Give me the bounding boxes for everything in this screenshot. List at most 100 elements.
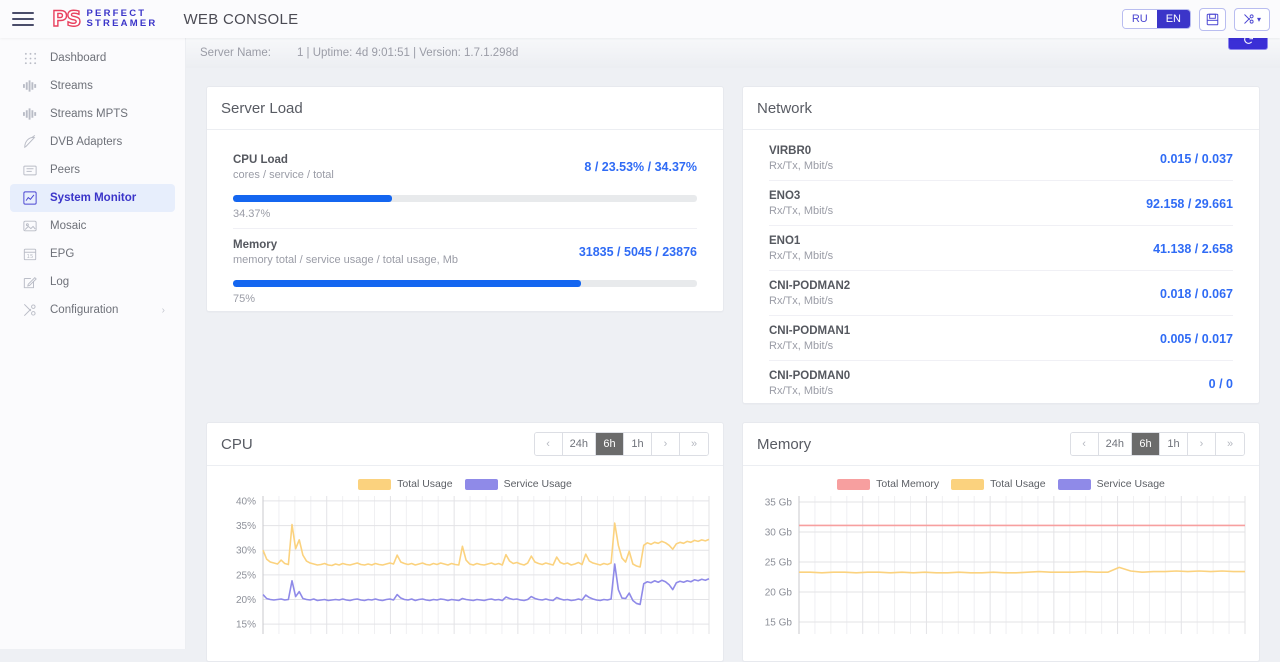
logo-mark-ps: PS (52, 7, 81, 31)
cpu-chart-area: Total UsageService Usage 40%35%30%25%20%… (207, 466, 723, 634)
network-interface-row: CNI-PODMAN0Rx/Tx, Mbit/s0 / 0 (769, 360, 1233, 405)
server-load-body: CPU Load cores / service / total 8 / 23.… (207, 130, 723, 325)
interface-subtitle: Rx/Tx, Mbit/s (769, 340, 850, 352)
cpu-progress-bar (233, 195, 697, 202)
memory-range-btn[interactable]: » (1216, 433, 1244, 455)
sidebar-label: Mosaic (50, 220, 86, 232)
memory-progress-caption: 75% (233, 293, 697, 305)
sidebar-label: DVB Adapters (50, 136, 122, 148)
network-interface-row: CNI-PODMAN1Rx/Tx, Mbit/s0.005 / 0.017 (769, 315, 1233, 360)
interface-name: ENO3 (769, 190, 833, 202)
cpu-chart-legend: Total Usage Service Usage (217, 476, 713, 492)
sidebar-label: Configuration (50, 304, 118, 316)
interface-subtitle: Rx/Tx, Mbit/s (769, 160, 833, 172)
svg-text:15%: 15% (236, 620, 256, 631)
network-title: Network (757, 100, 812, 117)
network-card: Network VIRBR0Rx/Tx, Mbit/s0.015 / 0.037… (742, 86, 1260, 404)
memory-chart-legend: Total Memory Total Usage Service Usage (753, 476, 1249, 492)
legend-color-swatch (1058, 479, 1091, 490)
sidebar-item-dashboard[interactable]: Dashboard (10, 44, 175, 72)
legend-color-swatch (951, 479, 984, 490)
lang-button-ru[interactable]: RU (1123, 10, 1157, 28)
sidebar-item-peers[interactable]: Peers (10, 156, 175, 184)
network-interface-row: CNI-PODMAN2Rx/Tx, Mbit/s0.018 / 0.067 (769, 270, 1233, 315)
svg-text:35 Gb: 35 Gb (765, 498, 793, 509)
svg-text:15: 15 (27, 254, 34, 260)
cpu-legend-item[interactable]: Service Usage (465, 478, 572, 490)
calendar-icon: 15 (22, 246, 38, 262)
chevron-right-icon: › (162, 305, 165, 316)
cpu-range-24h[interactable]: 24h (563, 433, 596, 455)
sidebar-item-mosaic[interactable]: Mosaic (10, 212, 175, 240)
hamburger-menu-icon[interactable] (0, 0, 46, 38)
waveform-icon (22, 106, 38, 122)
cpu-range-6h[interactable]: 6h (596, 433, 624, 455)
sidebar-item-configuration[interactable]: Configuration › (10, 296, 175, 324)
memory-chart-area: Total Memory Total Usage Service Usage 35 … (743, 466, 1259, 634)
memory-svg: 35 Gb30 Gb25 Gb20 Gb15 Gb (753, 492, 1249, 634)
legend-label: Total Usage (990, 478, 1045, 490)
server-info-text: 1 | Uptime: 4d 9:01:51 | Version: 1.7.1.… (297, 47, 518, 59)
card-header: CPU ‹24h6h1h›» (207, 423, 723, 466)
top-header-bar: PS PERFECT STREAMER WEB CONSOLE RU EN ▾ (0, 0, 1280, 38)
chart-line-icon (22, 190, 38, 206)
brand-logo: PS PERFECT STREAMER (52, 7, 157, 31)
memory-range-btn[interactable]: ‹ (1071, 433, 1099, 455)
save-disk-icon[interactable] (1199, 8, 1226, 31)
server-name-label: Server Name: (200, 47, 271, 59)
interface-name: CNI-PODMAN1 (769, 325, 850, 337)
memory-range-btn[interactable]: › (1188, 433, 1216, 455)
svg-text:30%: 30% (236, 546, 256, 557)
cpu-legend-item[interactable]: Total Usage (358, 478, 452, 490)
cpu-progress-fill (233, 195, 392, 202)
cpu-range-btn[interactable]: › (652, 433, 680, 455)
cpu-range-btn[interactable]: ‹ (535, 433, 563, 455)
memory-legend-item[interactable]: Total Usage (951, 478, 1045, 490)
language-switcher[interactable]: RU EN (1122, 9, 1191, 29)
metric-subtitle: cores / service / total (233, 169, 334, 181)
sidebar-item-system-monitor[interactable]: System Monitor (10, 184, 175, 212)
grid-dots-icon (22, 50, 38, 66)
interface-value: 0.018 / 0.067 (1160, 287, 1233, 301)
network-interface-row: ENO3 Rx/Tx, Mbit/s 92.158 / 29.661 (769, 180, 1233, 225)
memory-range-6h[interactable]: 6h (1132, 433, 1160, 455)
memory-range-24h[interactable]: 24h (1099, 433, 1132, 455)
interface-value: 41.138 / 2.658 (1153, 242, 1233, 256)
card-header: Memory ‹24h6h1h›» (743, 423, 1259, 466)
sidebar-item-dvb-adapters[interactable]: DVB Adapters (10, 128, 175, 156)
interface-value: 92.158 / 29.661 (1146, 197, 1233, 211)
metric-memory: Memory memory total / service usage / to… (233, 228, 697, 313)
legend-label: Total Usage (397, 478, 452, 490)
sidebar-label: Streams (50, 80, 93, 92)
sidebar-label: Log (50, 276, 69, 288)
sidebar-label: EPG (50, 248, 74, 260)
lang-button-en[interactable]: EN (1157, 10, 1190, 28)
memory-chart-title: Memory (757, 436, 811, 453)
server-load-card: Server Load CPU Load cores / service / t… (206, 86, 724, 312)
server-info-bar: Server Name: 1 | Uptime: 4d 9:01:51 | Ve… (186, 38, 1280, 68)
legend-color-swatch (465, 479, 498, 490)
memory-legend-item[interactable]: Service Usage (1058, 478, 1165, 490)
metric-subtitle: memory total / service usage / total usa… (233, 254, 458, 266)
sidebar-item-streams-mpts[interactable]: Streams MPTS (10, 100, 175, 128)
memory-legend-item[interactable]: Total Memory (837, 478, 939, 490)
page-title: WEB CONSOLE (183, 11, 298, 28)
cpu-time-range-pager[interactable]: ‹24h6h1h›» (534, 432, 709, 456)
interface-value: 0 / 0 (1209, 377, 1233, 391)
sidebar-item-streams[interactable]: Streams (10, 72, 175, 100)
cpu-range-btn[interactable]: » (680, 433, 708, 455)
memory-range-1h[interactable]: 1h (1160, 433, 1188, 455)
cpu-range-1h[interactable]: 1h (624, 433, 652, 455)
interface-name: CNI-PODMAN0 (769, 370, 850, 382)
sidebar-label: Peers (50, 164, 80, 176)
interface-subtitle: Rx/Tx, Mbit/s (769, 205, 833, 217)
sidebar-item-epg[interactable]: 15 EPG (10, 240, 175, 268)
memory-time-range-pager[interactable]: ‹24h6h1h›» (1070, 432, 1245, 456)
network-list: VIRBR0Rx/Tx, Mbit/s0.015 / 0.037ENO3Rx/T… (743, 130, 1259, 415)
tools-dropdown-button[interactable]: ▾ (1234, 8, 1270, 31)
svg-text:20%: 20% (236, 595, 256, 606)
sidebar-item-log[interactable]: Log (10, 268, 175, 296)
sidebar-label: Streams MPTS (50, 108, 128, 120)
sidebar-navigation: Dashboard Streams Streams MPTS (0, 38, 186, 649)
cpu-plot: 40%35%30%25%20%15% (217, 492, 713, 634)
